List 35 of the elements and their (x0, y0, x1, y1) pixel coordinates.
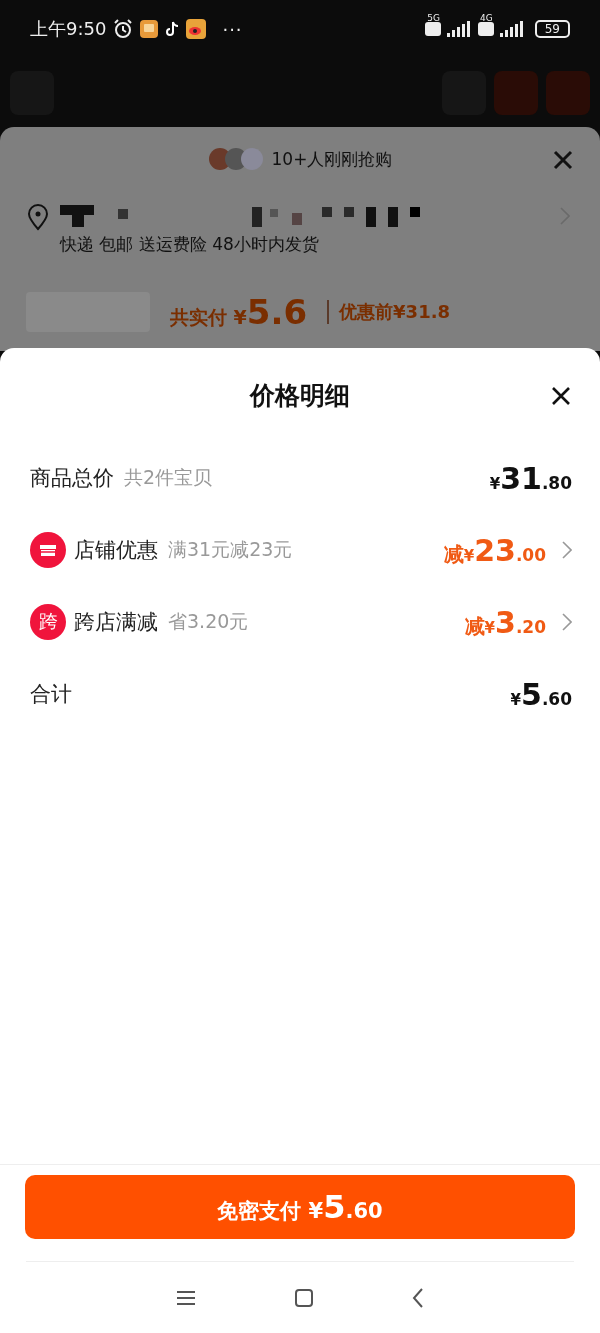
buyers-text: 10+人刚刚抢购 (271, 147, 393, 171)
more-notifications: ··· (222, 18, 243, 40)
row-note: 省3.20元 (168, 609, 249, 634)
row-label: 商品总价 (30, 465, 114, 492)
row-label: 跨店满减 (74, 609, 158, 636)
pay-button[interactable]: 免密支付 ¥5.60 (25, 1175, 575, 1239)
hd-signal-icon (478, 19, 524, 39)
network-type: 5G (427, 13, 440, 23)
shipping-info: 快递 包邮 送运费险 48小时内发货 (60, 233, 320, 256)
row-note: 共2件宝贝 (124, 465, 213, 490)
paid-total: 共实付 ¥5.6 (170, 292, 308, 332)
row-label: 店铺优惠 (74, 537, 158, 564)
status-time: 上午9:50 (30, 17, 107, 41)
chevron-right-icon[interactable] (562, 613, 572, 631)
store-icon (30, 532, 66, 568)
app-notification-icon (140, 20, 159, 38)
row-label: 合计 (30, 681, 72, 708)
home-icon[interactable] (295, 1288, 313, 1307)
chevron-right-icon[interactable] (562, 541, 572, 559)
close-icon[interactable] (550, 385, 572, 407)
cross-store-badge: 跨 (30, 604, 66, 640)
network-type: 4G (480, 13, 493, 23)
eye-logo-icon (186, 19, 207, 39)
battery-level: 59 (534, 20, 570, 38)
price-amount: ¥31.80 (489, 460, 572, 496)
hd-signal-icon (425, 19, 472, 39)
discount-amount: 减¥3.20 (464, 604, 546, 640)
music-note-icon (164, 20, 181, 38)
sheet-title: 价格明细 (250, 379, 350, 412)
row-note: 满31元减23元 (168, 537, 293, 562)
original-price: 优惠前¥31.8 (327, 300, 450, 324)
discount-amount: 减¥23.00 (443, 532, 546, 568)
price-amount: ¥5.60 (510, 676, 572, 712)
menu-icon[interactable] (175, 1289, 196, 1306)
back-icon[interactable] (412, 1287, 425, 1308)
